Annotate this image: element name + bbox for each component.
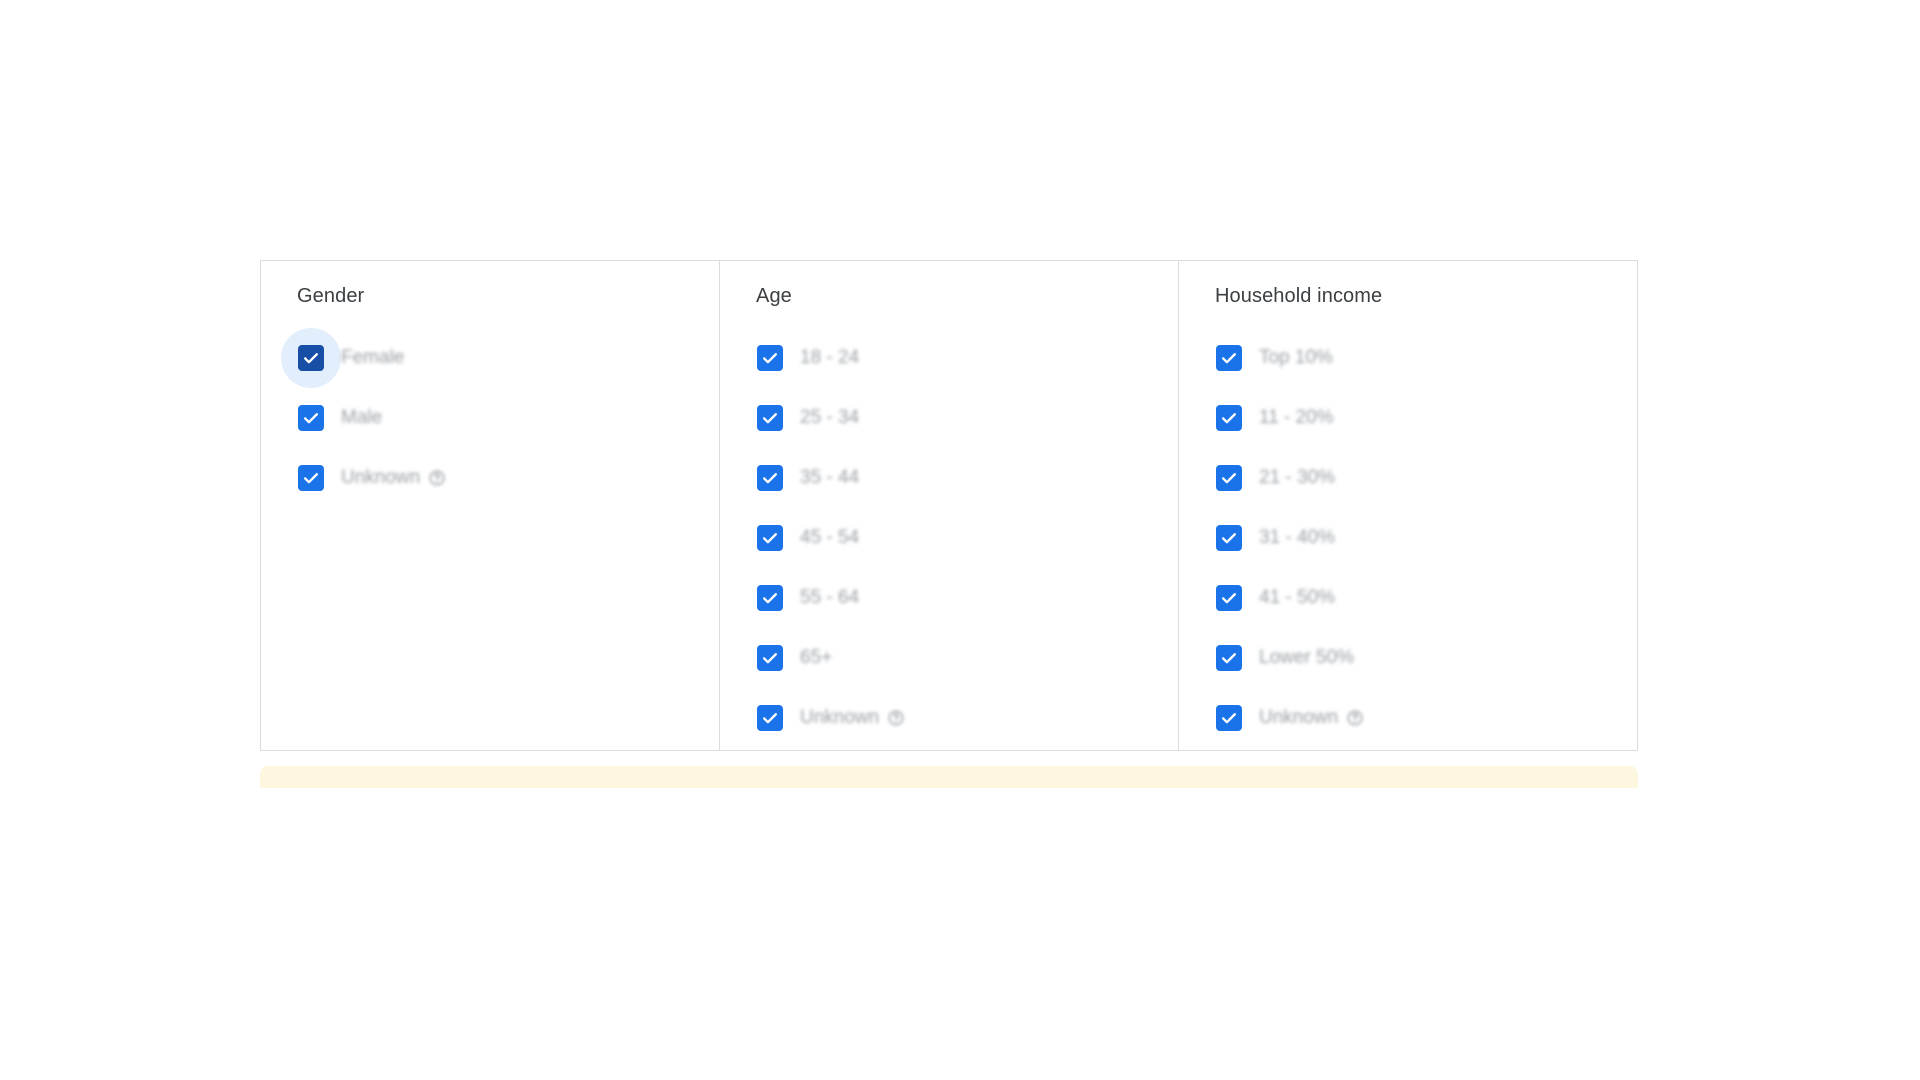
checkbox-checked xyxy=(757,345,783,371)
check-icon xyxy=(763,353,777,364)
age-unknown-checkbox[interactable] xyxy=(756,704,784,732)
check-icon xyxy=(304,353,318,364)
income-option-41-50[interactable]: 41 - 50% xyxy=(1215,578,1637,618)
check-icon xyxy=(304,473,318,484)
age-65-plus-checkbox[interactable] xyxy=(756,644,784,672)
check-icon xyxy=(763,593,777,604)
option-label: 11 - 20% xyxy=(1259,407,1334,428)
check-icon xyxy=(763,653,777,664)
checkbox-checked xyxy=(757,585,783,611)
checkbox-checked xyxy=(1216,465,1242,491)
income-option-21-30[interactable]: 21 - 30% xyxy=(1215,458,1637,498)
age-option-35-44[interactable]: 35 - 44 xyxy=(756,458,1178,498)
check-icon xyxy=(1222,593,1236,604)
gender-title: Gender xyxy=(297,285,365,307)
check-icon xyxy=(304,413,318,424)
gender-male-checkbox[interactable] xyxy=(297,404,325,432)
check-icon xyxy=(1222,353,1236,364)
age-55-64-checkbox[interactable] xyxy=(756,584,784,612)
income-41-50-checkbox[interactable] xyxy=(1215,584,1243,612)
income-option-11-20[interactable]: 11 - 20% xyxy=(1215,398,1637,438)
checkbox-checked xyxy=(1216,345,1242,371)
help-circle-icon[interactable] xyxy=(1346,709,1364,727)
income-31-40-checkbox[interactable] xyxy=(1215,524,1243,552)
check-icon xyxy=(1222,533,1236,544)
income-option-lower-50[interactable]: Lower 50% xyxy=(1215,638,1637,678)
income-column: Household income Top 10% 11 - 20% 21 - 3… xyxy=(1179,261,1637,750)
income-11-20-checkbox[interactable] xyxy=(1215,404,1243,432)
checkbox-checked xyxy=(298,465,324,491)
checkbox-checked xyxy=(1216,405,1242,431)
help-circle-icon[interactable] xyxy=(428,469,446,487)
checkbox-checked xyxy=(757,405,783,431)
option-label: Lower 50% xyxy=(1259,647,1355,668)
option-label: 25 - 34 xyxy=(800,407,860,428)
gender-female-checkbox[interactable] xyxy=(281,328,341,388)
age-title: Age xyxy=(756,285,792,307)
age-option-55-64[interactable]: 55 - 64 xyxy=(756,578,1178,618)
demographics-panel: Gender Female Male Unknown Age 18 - 24 2… xyxy=(260,260,1638,751)
income-option-top-10[interactable]: Top 10% xyxy=(1215,338,1637,378)
checkbox-checked xyxy=(1216,525,1242,551)
age-18-24-checkbox[interactable] xyxy=(756,344,784,372)
checkbox-checked xyxy=(757,645,783,671)
income-title: Household income xyxy=(1215,285,1383,307)
option-label: Top 10% xyxy=(1259,347,1333,368)
option-label: 21 - 30% xyxy=(1259,467,1336,488)
income-unknown-checkbox[interactable] xyxy=(1215,704,1243,732)
age-option-unknown[interactable]: Unknown xyxy=(756,698,1178,738)
check-icon xyxy=(763,713,777,724)
checkbox-checked xyxy=(757,705,783,731)
income-option-unknown[interactable]: Unknown xyxy=(1215,698,1637,738)
age-option-25-34[interactable]: 25 - 34 xyxy=(756,398,1178,438)
age-35-44-checkbox[interactable] xyxy=(756,464,784,492)
option-label: Male xyxy=(341,407,383,428)
checkbox-checked xyxy=(298,405,324,431)
checkbox-checked xyxy=(1216,585,1242,611)
option-label: 55 - 64 xyxy=(800,587,860,608)
check-icon xyxy=(763,413,777,424)
age-column: Age 18 - 24 25 - 34 35 - 44 45 - 54 55 -… xyxy=(720,261,1179,750)
option-label: 41 - 50% xyxy=(1259,587,1336,608)
check-icon xyxy=(763,533,777,544)
option-label: 35 - 44 xyxy=(800,467,860,488)
age-option-65-plus[interactable]: 65+ xyxy=(756,638,1178,678)
checkbox-checked xyxy=(298,345,324,371)
option-label: 65+ xyxy=(800,647,833,668)
checkbox-checked xyxy=(757,465,783,491)
checkbox-checked xyxy=(757,525,783,551)
age-option-18-24[interactable]: 18 - 24 xyxy=(756,338,1178,378)
checkbox-checked xyxy=(1216,705,1242,731)
help-circle-icon[interactable] xyxy=(887,709,905,727)
option-label: Unknown xyxy=(341,467,421,488)
gender-option-unknown[interactable]: Unknown xyxy=(297,458,719,498)
age-25-34-checkbox[interactable] xyxy=(756,404,784,432)
option-label: Unknown xyxy=(800,707,880,728)
income-lower-50-checkbox[interactable] xyxy=(1215,644,1243,672)
age-45-54-checkbox[interactable] xyxy=(756,524,784,552)
option-label: Female xyxy=(341,347,405,368)
check-icon xyxy=(763,473,777,484)
gender-unknown-checkbox[interactable] xyxy=(297,464,325,492)
option-label: 31 - 40% xyxy=(1259,527,1336,548)
age-option-45-54[interactable]: 45 - 54 xyxy=(756,518,1178,558)
check-icon xyxy=(1222,653,1236,664)
income-21-30-checkbox[interactable] xyxy=(1215,464,1243,492)
income-option-31-40[interactable]: 31 - 40% xyxy=(1215,518,1637,558)
check-icon xyxy=(1222,473,1236,484)
gender-option-female[interactable]: Female xyxy=(281,328,719,388)
income-top-10-checkbox[interactable] xyxy=(1215,344,1243,372)
check-icon xyxy=(1222,413,1236,424)
warning-banner xyxy=(260,766,1638,788)
gender-column: Gender Female Male Unknown xyxy=(261,261,720,750)
option-label: 18 - 24 xyxy=(800,347,860,368)
check-icon xyxy=(1222,713,1236,724)
option-label: 45 - 54 xyxy=(800,527,860,548)
option-label: Unknown xyxy=(1259,707,1339,728)
gender-option-male[interactable]: Male xyxy=(297,398,719,438)
checkbox-checked xyxy=(1216,645,1242,671)
